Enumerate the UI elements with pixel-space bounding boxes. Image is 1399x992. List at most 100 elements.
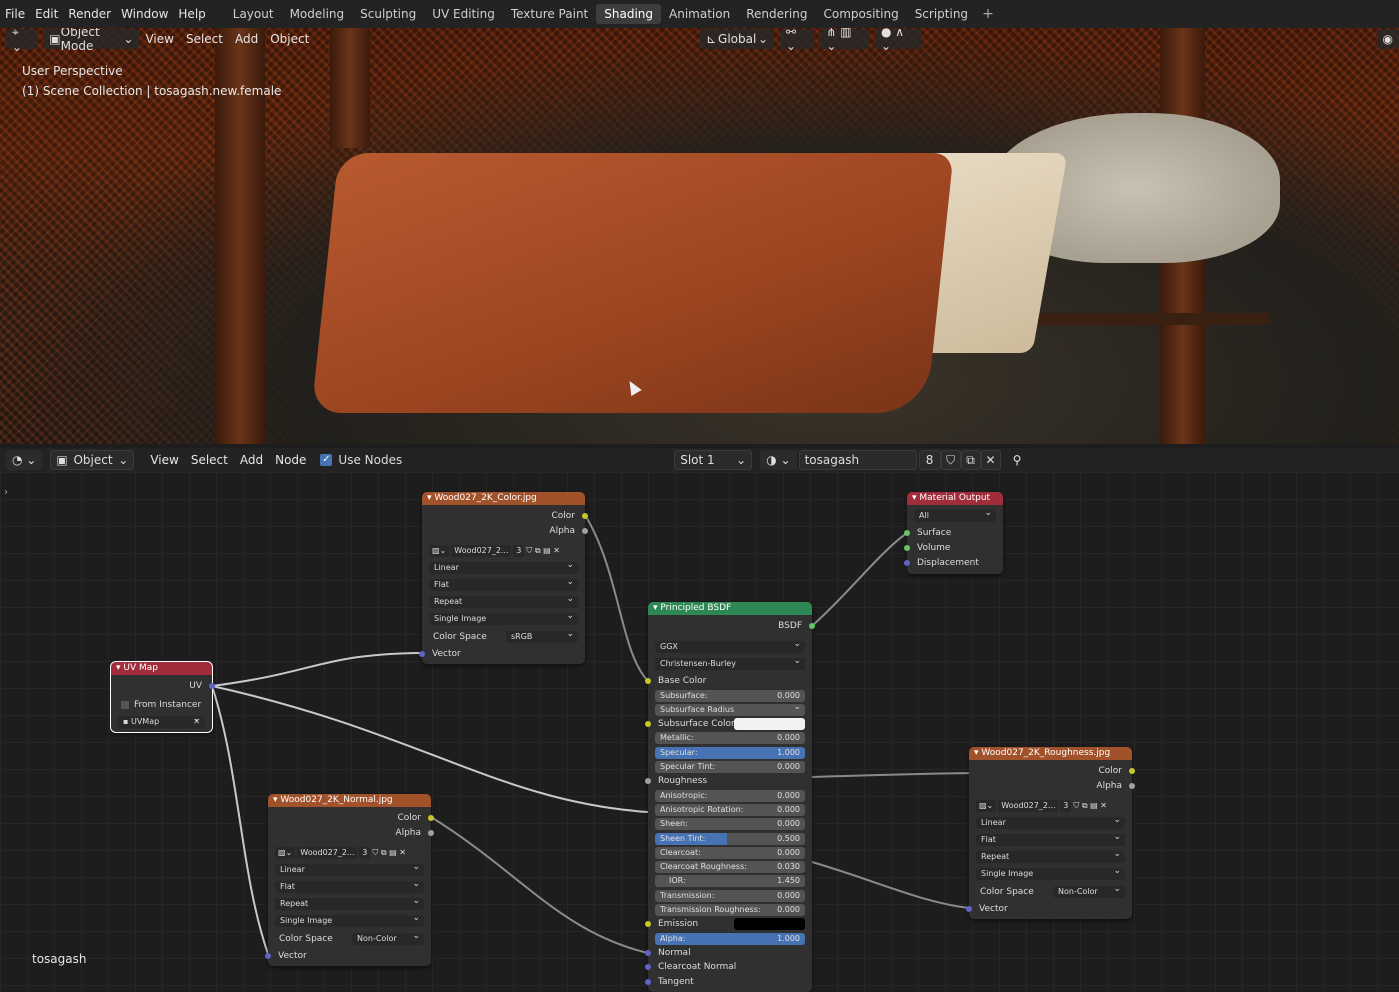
transmission-field[interactable]: Transmission: 0.000 xyxy=(655,890,805,902)
socket-icon[interactable] xyxy=(645,950,651,956)
subsurface-radius-dropdown[interactable]: Subsurface Radius xyxy=(655,701,805,716)
use-nodes-toggle[interactable]: ✓ Use Nodes xyxy=(320,453,402,467)
mode-dropdown[interactable]: ▣ Object Mode ⌄ xyxy=(43,28,140,53)
menu-help[interactable]: Help xyxy=(173,7,210,21)
subsurface-color-swatch[interactable] xyxy=(734,718,805,730)
socket-icon[interactable] xyxy=(904,560,910,566)
roughness-texture-node[interactable]: ▾ Wood027_2K_Roughness.jpg Color Alpha ▨… xyxy=(966,747,1135,919)
projection-dropdown[interactable]: Flat xyxy=(429,576,578,591)
viewport-menu-object[interactable]: Object xyxy=(264,32,315,46)
clearcoat-roughness-field[interactable]: Clearcoat Roughness: 0.030 xyxy=(655,861,805,873)
menu-file[interactable]: File xyxy=(0,7,30,21)
node-title[interactable]: ▾ Wood027_2K_Color.jpg xyxy=(422,492,585,505)
close-icon[interactable]: ✕ xyxy=(980,450,1001,470)
socket-icon[interactable] xyxy=(645,921,651,927)
node-menu-node[interactable]: Node xyxy=(269,453,312,467)
color-texture-node[interactable]: ▾ Wood027_2K_Color.jpg Color Alpha ▨⌄ Wo… xyxy=(419,492,588,664)
node-editor[interactable]: › ▾ Wood027_2K_Color.jpg Color Alpha ▨⌄ … xyxy=(0,472,1399,992)
socket-icon[interactable] xyxy=(582,528,588,534)
snap-icon[interactable]: ⋔ ▥ ⌄ xyxy=(820,28,869,53)
tab-modeling[interactable]: Modeling xyxy=(282,4,353,24)
image-action-icons[interactable]: ⛉ ⧉ ▤ ✕ xyxy=(1073,801,1107,811)
socket-icon[interactable] xyxy=(645,678,651,684)
specular-field[interactable]: Specular: 1.000 xyxy=(655,747,805,759)
viewport-menu-add[interactable]: Add xyxy=(229,32,264,46)
material-browse-icon[interactable]: ◑ ⌄ xyxy=(760,450,797,470)
ior-field[interactable]: IOR: 1.450 xyxy=(655,875,805,887)
proportional-edit-icon[interactable]: ● ∧ ⌄ xyxy=(874,28,922,53)
interpolation-dropdown[interactable]: Linear xyxy=(429,559,578,574)
alpha-field[interactable]: Alpha: 1.000 xyxy=(655,933,805,945)
material-users-count[interactable]: 8 xyxy=(918,450,941,470)
tab-texture-paint[interactable]: Texture Paint xyxy=(503,4,596,24)
add-workspace-icon[interactable]: + xyxy=(976,6,1000,22)
socket-icon[interactable] xyxy=(645,979,651,985)
node-menu-select[interactable]: Select xyxy=(185,453,234,467)
tab-scripting[interactable]: Scripting xyxy=(907,4,976,24)
tab-shading[interactable]: Shading xyxy=(596,4,661,24)
emission-color-swatch[interactable] xyxy=(734,918,805,930)
pin-icon[interactable]: ⚲ xyxy=(1007,453,1028,467)
tab-animation[interactable]: Animation xyxy=(661,4,738,24)
menu-edit[interactable]: Edit xyxy=(30,7,63,21)
socket-icon[interactable] xyxy=(645,778,651,784)
visibility-icon[interactable]: ◉ xyxy=(1376,29,1399,49)
image-browse-icon[interactable]: ▨⌄ xyxy=(275,846,296,859)
node-menu-add[interactable]: Add xyxy=(234,453,269,467)
color-space-dropdown[interactable]: Non-Color xyxy=(352,930,424,945)
socket-icon[interactable] xyxy=(904,530,910,536)
node-title[interactable]: ▾ Principled BSDF xyxy=(648,602,812,615)
target-dropdown[interactable]: All xyxy=(914,507,996,522)
source-dropdown[interactable]: Single Image xyxy=(275,912,424,927)
clearcoat-field[interactable]: Clearcoat: 0.000 xyxy=(655,847,805,859)
tab-compositing[interactable]: Compositing xyxy=(815,4,906,24)
viewport-menu-select[interactable]: Select xyxy=(180,32,229,46)
principled-bsdf-node[interactable]: ▾ Principled BSDF BSDF GGX Christensen-B… xyxy=(645,602,815,992)
menu-render[interactable]: Render xyxy=(63,7,116,21)
socket-icon[interactable] xyxy=(209,683,215,689)
projection-dropdown[interactable]: Flat xyxy=(275,878,424,893)
socket-icon[interactable] xyxy=(1129,768,1135,774)
color-space-dropdown[interactable]: sRGB xyxy=(506,628,578,643)
tab-sculpting[interactable]: Sculpting xyxy=(352,4,424,24)
menu-window[interactable]: Window xyxy=(116,7,173,21)
fake-user-icon[interactable]: ⛉ xyxy=(940,450,961,470)
socket-icon[interactable] xyxy=(265,953,271,959)
image-selector[interactable]: ▨⌄ Wood027_2... 3 ⛉ ⧉ ▤ ✕ xyxy=(976,799,1125,812)
pivot-icon[interactable]: ⚯ ⌄ xyxy=(780,28,815,53)
image-browse-icon[interactable]: ▨⌄ xyxy=(429,544,450,557)
node-title[interactable]: ▾ Wood027_2K_Normal.jpg xyxy=(268,794,431,807)
extension-dropdown[interactable]: Repeat xyxy=(429,593,578,608)
specular-tint-field[interactable]: Specular Tint: 0.000 xyxy=(655,761,805,773)
anisotropic-field[interactable]: Anisotropic: 0.000 xyxy=(655,790,805,802)
image-browse-icon[interactable]: ▨⌄ xyxy=(976,799,997,812)
viewport-menu-view[interactable]: View xyxy=(139,32,179,46)
subsurface-field[interactable]: Subsurface: 0.000 xyxy=(655,690,805,702)
interpolation-dropdown[interactable]: Linear xyxy=(275,861,424,876)
projection-dropdown[interactable]: Flat xyxy=(976,831,1125,846)
color-space-dropdown[interactable]: Non-Color xyxy=(1053,883,1125,898)
tab-uv-editing[interactable]: UV Editing xyxy=(424,4,503,24)
socket-icon[interactable] xyxy=(809,623,815,629)
metallic-field[interactable]: Metallic: 0.000 xyxy=(655,732,805,744)
socket-icon[interactable] xyxy=(582,513,588,519)
material-name-field[interactable]: tosagash xyxy=(798,450,917,470)
socket-icon[interactable] xyxy=(428,815,434,821)
socket-icon[interactable] xyxy=(1129,783,1135,789)
image-action-icons[interactable]: ⛉ ⧉ ▤ ✕ xyxy=(526,546,560,556)
distribution-dropdown[interactable]: GGX xyxy=(655,638,805,653)
uv-map-field[interactable]: ▪ UVMap ✕ xyxy=(118,713,205,728)
sheen-tint-field[interactable]: Sheen Tint: 0.500 xyxy=(655,833,805,845)
3d-viewport[interactable]: ⌖ ⌄ ▣ Object Mode ⌄ View Select Add Obje… xyxy=(0,28,1399,444)
source-dropdown[interactable]: Single Image xyxy=(976,865,1125,880)
node-title[interactable]: ▾ UV Map xyxy=(111,662,212,675)
editor-type-icon[interactable]: ⌖ ⌄ xyxy=(6,28,38,54)
shader-type-dropdown[interactable]: ▣ Object ⌄ xyxy=(50,450,135,470)
image-selector[interactable]: ▨⌄ Wood027_2... 3 ⛉ ⧉ ▤ ✕ xyxy=(275,846,424,859)
slot-dropdown[interactable]: Slot 1 ⌄ xyxy=(674,450,753,470)
from-instancer-checkbox[interactable]: From Instancer xyxy=(111,698,212,712)
socket-icon[interactable] xyxy=(419,651,425,657)
node-editor-type-icon[interactable]: ◔ ⌄ xyxy=(6,450,43,470)
image-action-icons[interactable]: ⛉ ⧉ ▤ ✕ xyxy=(372,848,406,858)
normal-texture-node[interactable]: ▾ Wood027_2K_Normal.jpg Color Alpha ▨⌄ W… xyxy=(265,794,434,966)
